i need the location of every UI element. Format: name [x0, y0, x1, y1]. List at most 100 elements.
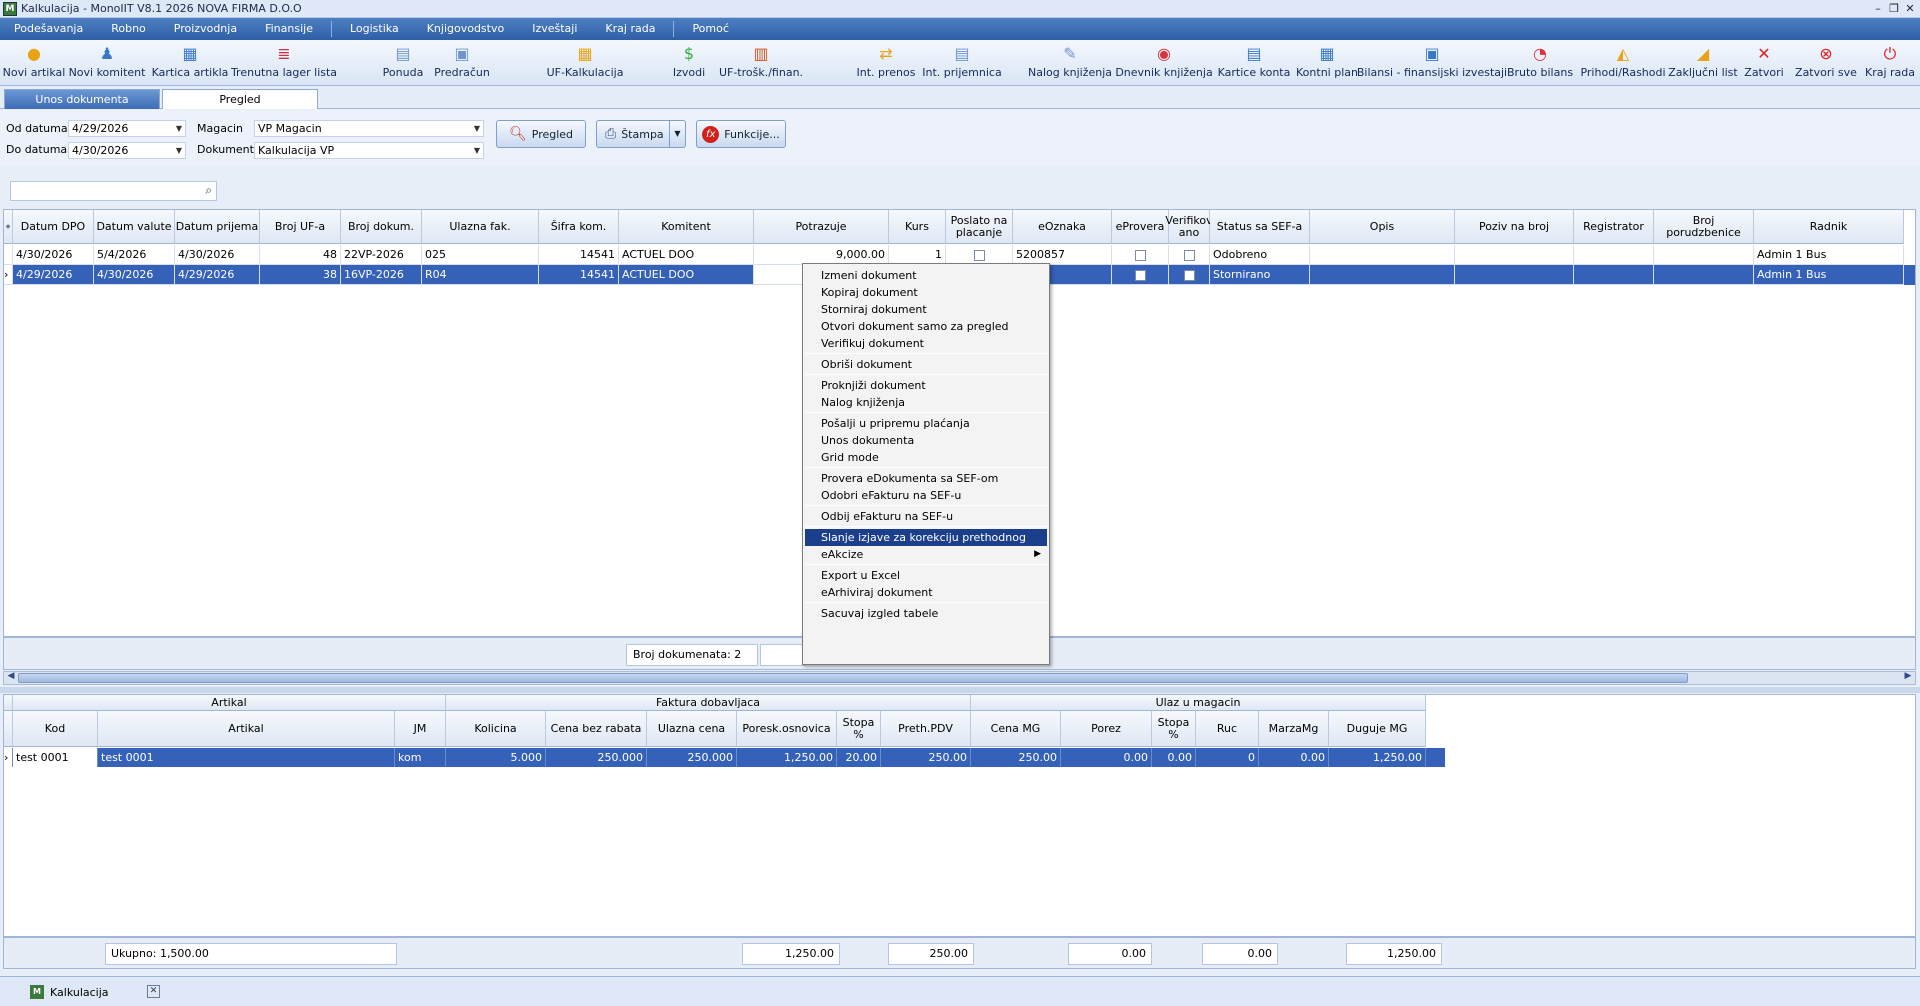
- column-header[interactable]: Cena bez rabata: [546, 711, 647, 747]
- toolbar-button-new-item[interactable]: ● Novi artikal: [0, 44, 74, 84]
- table-cell[interactable]: 4/29/2026: [13, 265, 94, 285]
- column-header[interactable]: Ruc: [1196, 711, 1259, 747]
- table-row[interactable]: 4/30/2026 5/4/2026 4/30/2026 48 22VP-2026 025…: [4, 245, 1915, 265]
- table-cell[interactable]: kom: [395, 748, 446, 767]
- toolbar-button-costs[interactable]: ▥ UF-trošk./finan.: [719, 44, 803, 84]
- context-menu-item[interactable]: Pošalji u pripremu plaćanja: [805, 415, 1047, 432]
- restore-button[interactable]: ❐: [1886, 0, 1902, 17]
- column-header[interactable]: Broj UF-a: [260, 210, 341, 244]
- table-cell[interactable]: [1310, 265, 1455, 285]
- column-header[interactable]: Radnik: [1754, 210, 1904, 244]
- funkcije-button[interactable]: fx Funkcije...: [696, 120, 786, 148]
- context-menu-item[interactable]: Sacuvaj izgled tabele: [805, 605, 1047, 622]
- table-cell[interactable]: 0.00: [1259, 748, 1329, 767]
- table-cell[interactable]: test 0001: [13, 748, 98, 767]
- table-cell[interactable]: 38: [260, 265, 341, 285]
- menu-item[interactable]: Robno: [97, 18, 160, 40]
- table-cell[interactable]: [1169, 245, 1210, 265]
- toolbar-button-balance[interactable]: ▣ Bilansi - finansijski izvestaji: [1357, 44, 1507, 84]
- toolbar-button-income-expense[interactable]: ◭ Prihodi/Rashodi: [1580, 44, 1665, 84]
- column-header[interactable]: Cena MG: [971, 711, 1061, 747]
- do-datuma-picker[interactable]: 4/30/2026 ▼: [68, 142, 186, 159]
- checkbox[interactable]: [1183, 269, 1195, 281]
- column-header[interactable]: Registrator: [1574, 210, 1654, 244]
- table-cell[interactable]: Stornirano: [1210, 265, 1310, 285]
- toolbar-button-new-partner[interactable]: ♟ Novi komitent: [67, 44, 147, 84]
- table-cell[interactable]: 4/29/2026: [175, 265, 260, 285]
- table-row[interactable]: › test 0001 test 0001 kom 5.000 250.000 250.00…: [4, 748, 1445, 767]
- toolbar-button-exit[interactable]: ⏻ Kraj rada: [1850, 44, 1920, 84]
- table-cell[interactable]: [1169, 265, 1210, 285]
- table-cell[interactable]: 22VP-2026: [341, 245, 422, 265]
- table-cell[interactable]: 250.00: [971, 748, 1061, 767]
- dokument-select[interactable]: Kalkulacija VP ▼: [254, 142, 484, 159]
- context-menu-item[interactable]: Grid mode: [805, 449, 1047, 466]
- column-header[interactable]: Stopa %: [837, 711, 881, 747]
- table-cell[interactable]: 16VP-2026: [341, 265, 422, 285]
- column-header[interactable]: Datum valute: [94, 210, 175, 244]
- context-menu-item[interactable]: Storniraj dokument: [805, 301, 1047, 318]
- pregled-button[interactable]: 🔍︎ Pregled: [496, 120, 586, 148]
- table-cell[interactable]: 1: [889, 245, 946, 265]
- toolbar-button-proforma[interactable]: ▣ Predračun: [422, 44, 502, 84]
- column-header[interactable]: MarzaMg: [1259, 711, 1329, 747]
- column-header[interactable]: Stopa %: [1152, 711, 1196, 747]
- menu-item[interactable]: Podešavanja: [0, 18, 97, 40]
- table-cell[interactable]: 250.00: [881, 748, 971, 767]
- table-cell[interactable]: [1112, 265, 1169, 285]
- table-cell[interactable]: ACTUEL DOO: [619, 265, 754, 285]
- context-menu-item[interactable]: Odobri eFakturu na SEF-u: [805, 487, 1047, 504]
- checkbox[interactable]: [1134, 269, 1146, 281]
- table-cell[interactable]: [1455, 245, 1574, 265]
- menu-item[interactable]: Kraj rada: [591, 18, 669, 40]
- column-header[interactable]: Kod: [13, 711, 98, 747]
- table-cell[interactable]: 5/4/2026: [94, 245, 175, 265]
- minimize-button[interactable]: –: [1870, 0, 1886, 17]
- od-datuma-picker[interactable]: 4/29/2026 ▼: [68, 120, 186, 137]
- column-header[interactable]: Datum DPO: [13, 210, 94, 244]
- stampa-dropdown-arrow[interactable]: ▼: [669, 121, 685, 147]
- context-menu-item[interactable]: Otvori dokument samo za pregled: [805, 318, 1047, 335]
- table-cell[interactable]: 1,250.00: [737, 748, 837, 767]
- menu-item[interactable]: Finansije: [251, 18, 327, 40]
- close-tab-icon[interactable]: ✕: [147, 985, 160, 998]
- context-menu-item[interactable]: Izmeni dokument: [805, 267, 1047, 284]
- checkbox[interactable]: [973, 249, 985, 261]
- scrollbar-thumb[interactable]: [18, 673, 1688, 683]
- toolbar-button-stock-list[interactable]: ≣ Trenutna lager lista: [231, 44, 337, 84]
- table-cell[interactable]: [1574, 265, 1654, 285]
- table-cell[interactable]: 250.000: [546, 748, 647, 767]
- table-cell[interactable]: 025: [422, 245, 539, 265]
- menu-item[interactable]: Proizvodnja: [160, 18, 251, 40]
- context-menu-item[interactable]: Obriši dokument: [805, 356, 1047, 373]
- table-cell[interactable]: [1574, 245, 1654, 265]
- checkbox[interactable]: [1183, 249, 1195, 261]
- column-header[interactable]: Broj porudzbenice: [1654, 210, 1754, 244]
- table-cell[interactable]: [1310, 245, 1455, 265]
- scroll-left-icon[interactable]: ◀: [5, 671, 17, 681]
- column-header[interactable]: Kolicina: [446, 711, 546, 747]
- scroll-right-icon[interactable]: ▶: [1902, 671, 1914, 681]
- table-cell[interactable]: 48: [260, 245, 341, 265]
- close-window-button[interactable]: ✕: [1902, 0, 1918, 17]
- toolbar-button-receipt[interactable]: ▤ Int. prijemnica: [922, 44, 1002, 84]
- table-cell[interactable]: [1112, 245, 1169, 265]
- table-cell[interactable]: test 0001: [98, 748, 395, 767]
- column-header[interactable]: Artikal: [98, 711, 395, 747]
- table-cell[interactable]: 9,000.00: [754, 245, 889, 265]
- table-cell[interactable]: 0: [1196, 748, 1259, 767]
- context-menu-item[interactable]: Provera eDokumenta sa SEF-om: [805, 470, 1047, 487]
- table-cell[interactable]: 20.00: [837, 748, 881, 767]
- toolbar-button-posting-order[interactable]: ✎ Nalog knjiženja: [1028, 44, 1112, 84]
- table-cell[interactable]: Admin 1 Bus: [1754, 245, 1904, 265]
- tab-unos-dokumenta[interactable]: Unos dokumenta: [4, 89, 160, 109]
- column-header[interactable]: Duguje MG: [1329, 711, 1426, 747]
- toolbar-button-journal[interactable]: ◉ Dnevnik knjiženja: [1115, 44, 1212, 84]
- table-cell[interactable]: 4/30/2026: [94, 265, 175, 285]
- table-cell[interactable]: 250.000: [647, 748, 737, 767]
- table-cell[interactable]: [1455, 265, 1574, 285]
- toolbar-button-statements[interactable]: $ Izvodi: [649, 44, 729, 84]
- column-header[interactable]: Poslato na placanje: [946, 210, 1013, 244]
- column-header[interactable]: Ulazna cena: [647, 711, 737, 747]
- toolbar-button-transfer[interactable]: ⇄ Int. prenos: [846, 44, 926, 84]
